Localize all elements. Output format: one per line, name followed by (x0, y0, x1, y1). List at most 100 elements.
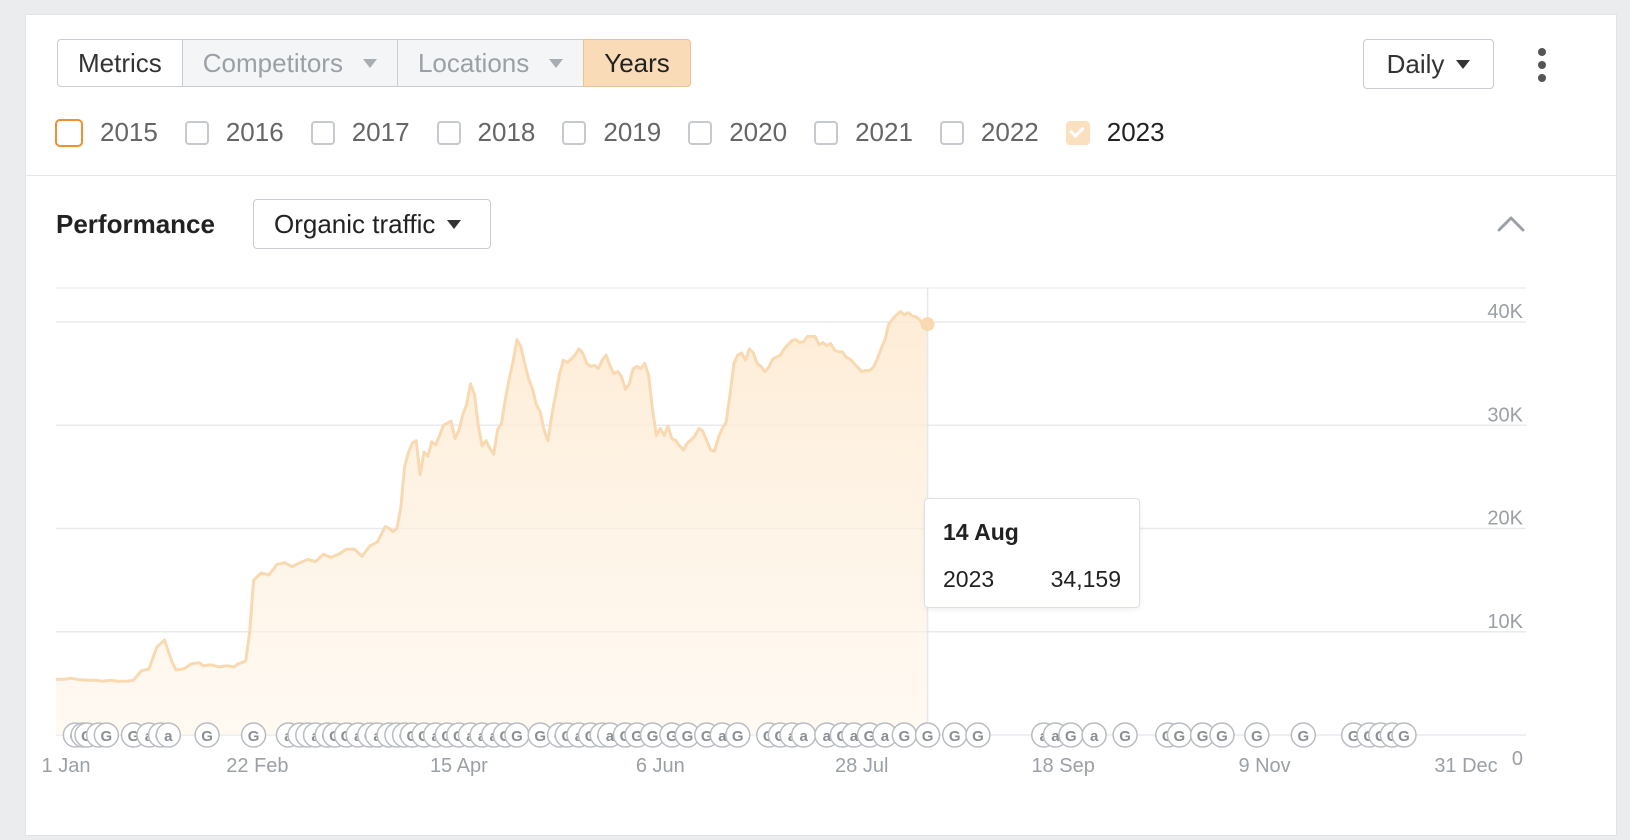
checkbox[interactable] (310, 120, 335, 145)
google-update-marker-icon[interactable]: G (891, 722, 918, 748)
y-tick-label: 40K (1487, 301, 1523, 323)
google-update-marker-icon[interactable]: G (194, 722, 220, 748)
annotation-marker-icon[interactable]: a (1081, 722, 1107, 748)
marker-glyph: G (949, 728, 961, 745)
interval-label: Daily (1386, 48, 1445, 79)
marker-glyph: G (1398, 728, 1410, 745)
tab-label: Years (604, 47, 670, 78)
marker-glyph: G (201, 728, 213, 745)
chart-tooltip: 14 Aug 2023 34,159 (924, 498, 1140, 608)
year-checkbox-2016[interactable]: 2016 (184, 117, 284, 148)
google-update-marker-icon[interactable]: G (1166, 722, 1193, 748)
marker-glyph: a (881, 728, 890, 745)
annotation-marker-icon[interactable]: a (790, 722, 817, 748)
tab-label: Competitors (202, 47, 343, 78)
year-checkbox-2023[interactable]: 2023 (1065, 117, 1165, 148)
marker-glyph: a (1090, 728, 1099, 745)
google-update-marker-icon[interactable]: G (1209, 722, 1235, 748)
year-checkbox-2015[interactable]: 2015 (55, 117, 158, 148)
checkbox[interactable] (55, 118, 83, 147)
year-label: 2022 (980, 117, 1039, 147)
google-update-marker-icon[interactable]: G (941, 722, 968, 748)
tooltip-row: 2023 34,159 (943, 566, 1121, 593)
tab-label: Metrics (78, 47, 162, 78)
y-tick-label: 0 (1512, 748, 1523, 770)
x-tick-label: 1 Jan (42, 755, 91, 777)
year-checkbox-2020[interactable]: 2020 (688, 117, 787, 148)
marker-glyph: G (1297, 728, 1309, 745)
year-label: 2023 (1106, 117, 1165, 147)
performance-chart[interactable]: 40K30K20K10K0 GGGaGGaGaGGaaaaGGGaGaaaGGG… (26, 270, 1616, 840)
year-checkbox-2021[interactable]: 2021 (814, 117, 913, 148)
year-label: 2016 (225, 117, 284, 147)
marker-glyph: G (922, 728, 934, 745)
x-tick-label: 9 Nov (1238, 755, 1290, 777)
checkbox[interactable] (939, 120, 964, 145)
view-mode-tabs: Metrics Competitors Locations Years (57, 39, 691, 89)
checkbox-checked[interactable] (1065, 120, 1090, 145)
year-label: 2019 (603, 117, 662, 147)
caret-down-icon (447, 219, 462, 229)
chevron-up-icon[interactable] (1496, 212, 1526, 234)
caret-down-icon (362, 58, 377, 68)
checkbox[interactable] (436, 120, 461, 145)
marker-glyph: G (1065, 728, 1077, 745)
marker-glyph: G (1119, 728, 1131, 745)
y-tick-label: 30K (1487, 404, 1523, 426)
checkbox[interactable] (688, 120, 713, 145)
metric-label: Organic traffic (274, 208, 436, 239)
x-tick-label: 22 Feb (226, 755, 288, 777)
tab-metrics[interactable]: Metrics (57, 39, 183, 87)
google-update-marker-icon[interactable]: G (240, 722, 267, 748)
year-checkbox-list: 2015 2016 2017 2018 2019 2020 2021 2022 (55, 117, 1192, 148)
google-update-marker-icon[interactable]: G (1244, 722, 1270, 748)
tooltip-value: 34,159 (1050, 566, 1121, 592)
google-update-marker-icon[interactable]: G (1058, 722, 1084, 748)
annotation-marker-icon[interactable]: a (155, 722, 182, 748)
google-update-marker-icon[interactable]: G (914, 722, 941, 748)
checkbox[interactable] (562, 120, 587, 145)
tab-locations[interactable]: Locations (396, 39, 585, 87)
section-divider (26, 175, 1616, 176)
kebab-dot (1538, 61, 1546, 69)
google-update-marker-icon[interactable]: G (1391, 722, 1417, 748)
x-tick-label: 28 Jul (835, 755, 888, 777)
site-explorer-card: Metrics Competitors Locations Years Dail… (25, 14, 1617, 836)
google-update-marker-icon[interactable]: G (725, 722, 751, 748)
marker-glyph: G (248, 728, 260, 745)
interval-dropdown[interactable]: Daily (1363, 39, 1494, 89)
google-update-marker-icon[interactable]: G (504, 722, 530, 748)
y-tick-label: 20K (1487, 508, 1523, 530)
traffic-area (56, 311, 928, 735)
google-update-marker-icon[interactable]: G (1112, 722, 1138, 748)
checkbox[interactable] (814, 120, 839, 145)
metric-dropdown[interactable]: Organic traffic (253, 199, 491, 249)
google-update-marker-icon[interactable]: G (965, 722, 991, 748)
marker-glyph: G (647, 728, 659, 745)
year-label: 2015 (100, 117, 158, 147)
year-checkbox-2019[interactable]: 2019 (562, 117, 661, 148)
tooltip-date: 14 Aug (943, 519, 1019, 545)
marker-glyph: G (1251, 728, 1263, 745)
tab-competitors[interactable]: Competitors (181, 39, 398, 87)
kebab-dot (1538, 74, 1546, 82)
marker-glyph: G (101, 728, 113, 745)
marker-glyph: G (972, 728, 984, 745)
tab-years[interactable]: Years (583, 39, 691, 87)
marker-glyph: G (682, 728, 694, 745)
marker-glyph: G (732, 728, 744, 745)
kebab-dot (1538, 48, 1546, 56)
year-checkbox-2017[interactable]: 2017 (310, 117, 410, 148)
more-options-icon[interactable] (1526, 48, 1558, 82)
tooltip-series: 2023 (943, 566, 995, 592)
tab-label: Locations (417, 47, 530, 78)
checkbox[interactable] (184, 120, 209, 145)
caret-down-icon (1456, 59, 1471, 69)
x-tick-label: 31 Dec (1434, 755, 1497, 777)
google-update-marker-icon[interactable]: G (1290, 722, 1317, 748)
year-checkbox-2022[interactable]: 2022 (939, 117, 1039, 148)
year-label: 2020 (729, 117, 788, 147)
year-checkbox-2018[interactable]: 2018 (436, 117, 535, 148)
google-update-marker-icon[interactable]: G (93, 722, 120, 748)
marker-glyph: a (799, 728, 808, 745)
